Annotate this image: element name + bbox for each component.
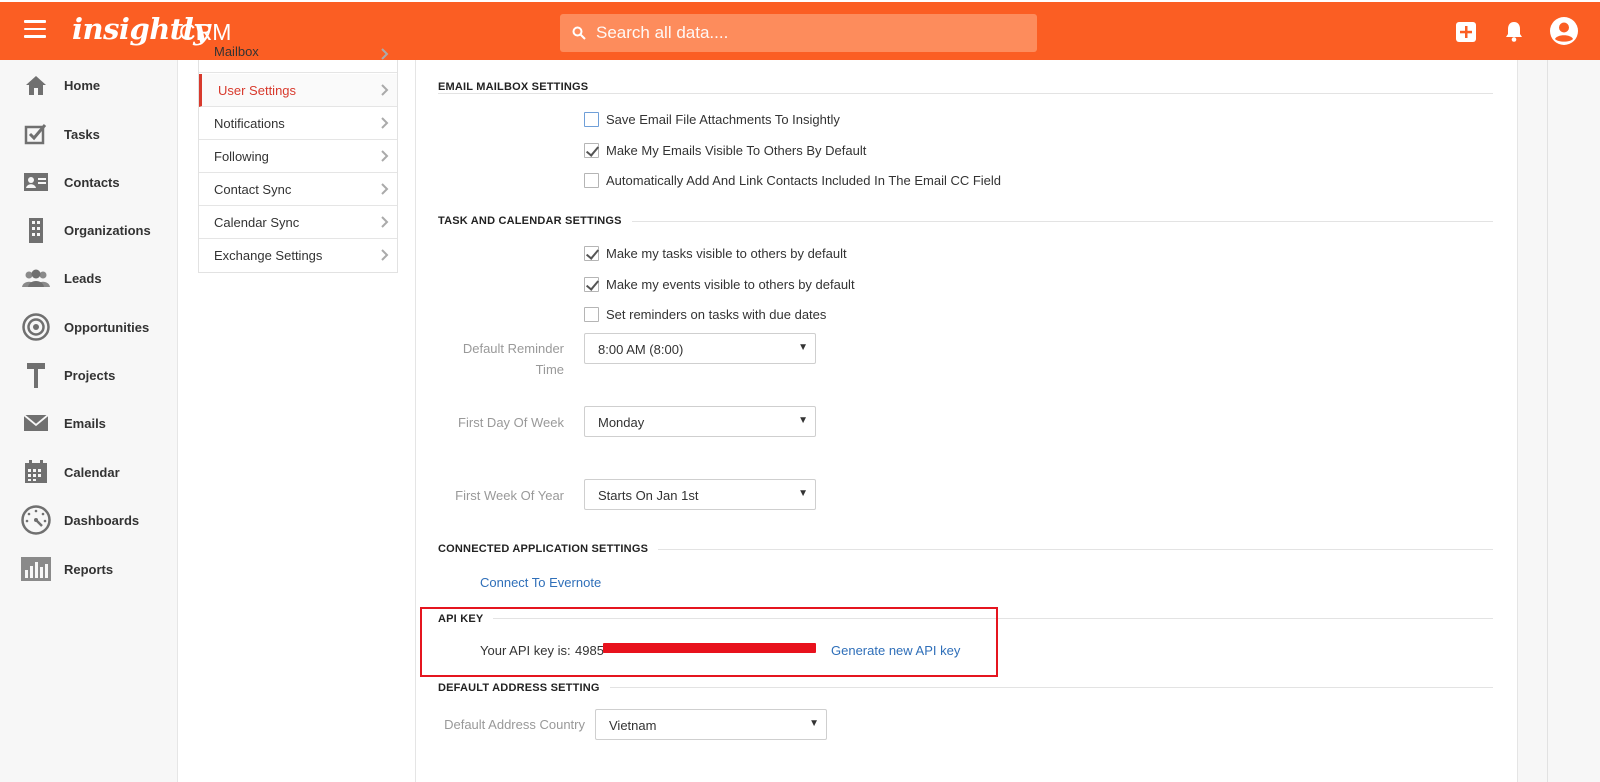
checkbox-tasks-visible[interactable]: Make my tasks visible to others by defau…	[584, 243, 847, 263]
product-name: CRM	[179, 19, 232, 45]
checkbox-events-visible[interactable]: Make my events visible to others by defa…	[584, 274, 855, 294]
checkbox[interactable]	[584, 111, 599, 127]
dropdown-caret-icon: ▼	[798, 342, 808, 353]
nav-item-tasks[interactable]: Tasks	[0, 114, 178, 154]
nav-item-opportunities[interactable]: Opportunities	[0, 307, 178, 347]
contacts-icon	[21, 167, 51, 197]
submenu-item-following[interactable]: Following	[199, 140, 397, 173]
section-title-email-mailbox: EMAIL MAILBOX SETTINGS	[438, 81, 599, 93]
first-day-label: First Day Of Week	[458, 415, 564, 430]
dashboards-icon	[21, 505, 51, 535]
dropdown-caret-icon: ▼	[798, 415, 808, 426]
emails-icon	[21, 408, 51, 438]
checkbox-checked[interactable]	[584, 276, 599, 292]
checkbox-link-cc-contacts[interactable]: Automatically Add And Link Contacts Incl…	[584, 170, 1001, 190]
search-icon	[572, 26, 586, 40]
submenu-item-exchange-settings[interactable]: Exchange Settings	[199, 239, 397, 272]
tasks-icon	[21, 119, 51, 149]
hamburger-menu-icon[interactable]	[24, 20, 46, 40]
chevron-right-icon	[381, 150, 389, 162]
checkbox-checked[interactable]	[584, 142, 599, 158]
nav-item-organizations[interactable]: Organizations	[0, 210, 178, 250]
section-divider	[438, 93, 1493, 94]
settings-submenu: Mailbox User Settings Notifications Foll…	[198, 44, 398, 273]
submenu-item-contact-sync[interactable]: Contact Sync	[199, 173, 397, 206]
submenu-item-calendar-sync[interactable]: Calendar Sync	[199, 206, 397, 239]
first-week-label: First Week Of Year	[455, 488, 564, 503]
first-week-select[interactable]: Starts On Jan 1st ▼	[584, 479, 816, 510]
nav-item-reports[interactable]: Reports	[0, 549, 178, 589]
user-avatar-icon[interactable]	[1550, 17, 1578, 45]
opportunities-icon	[21, 312, 51, 342]
organizations-icon	[21, 215, 51, 245]
section-title-connected-apps: CONNECTED APPLICATION SETTINGS	[438, 543, 659, 555]
checkbox[interactable]	[584, 306, 599, 322]
nav-item-home[interactable]: Home	[0, 65, 178, 105]
submenu-item-mailbox[interactable]: Mailbox	[199, 44, 397, 73]
chevron-right-icon	[381, 84, 389, 96]
connect-evernote-link[interactable]: Connect To Evernote	[480, 575, 601, 590]
nav-item-leads[interactable]: Leads	[0, 258, 178, 298]
chevron-right-icon	[381, 216, 389, 228]
nav-item-contacts[interactable]: Contacts	[0, 162, 178, 202]
checkbox[interactable]	[584, 172, 599, 188]
chevron-right-icon	[381, 249, 389, 261]
search-input[interactable]	[596, 23, 996, 43]
reports-icon	[21, 554, 51, 584]
calendar-icon	[21, 457, 51, 487]
checkbox-save-attachments[interactable]: Save Email File Attachments To Insightly	[584, 109, 840, 129]
default-reminder-label: Default Reminder Time	[462, 341, 564, 377]
dropdown-caret-icon: ▼	[798, 488, 808, 499]
notifications-bell-icon[interactable]	[1505, 21, 1523, 43]
nav-item-projects[interactable]: Projects	[0, 355, 178, 395]
dropdown-caret-icon: ▼	[809, 718, 819, 729]
left-navigation: Home Tasks Contacts Organizations Leads …	[0, 60, 178, 782]
nav-item-emails[interactable]: Emails	[0, 403, 178, 443]
checkbox-task-reminders[interactable]: Set reminders on tasks with due dates	[584, 304, 826, 324]
nav-item-dashboards[interactable]: Dashboards	[0, 500, 178, 540]
leads-icon	[21, 263, 51, 293]
home-icon	[21, 70, 51, 100]
global-search[interactable]	[560, 14, 1037, 52]
section-title-default-address: DEFAULT ADDRESS SETTING	[438, 682, 610, 694]
scrollbar-track[interactable]	[1547, 60, 1548, 782]
default-reminder-select[interactable]: 8:00 AM (8:00) ▼	[584, 333, 816, 364]
checkbox-emails-visible[interactable]: Make My Emails Visible To Others By Defa…	[584, 140, 866, 160]
section-title-task-calendar: TASK AND CALENDAR SETTINGS	[438, 215, 632, 227]
default-country-select[interactable]: Vietnam ▼	[595, 709, 827, 740]
nav-item-calendar[interactable]: Calendar	[0, 452, 178, 492]
checkbox-checked[interactable]	[584, 245, 599, 261]
add-new-icon[interactable]	[1456, 22, 1476, 42]
projects-icon	[21, 360, 51, 390]
right-gutter	[1518, 60, 1600, 782]
default-country-label: Default Address Country	[444, 717, 585, 732]
chevron-right-icon	[381, 117, 389, 129]
chevron-right-icon	[381, 48, 389, 60]
first-day-select[interactable]: Monday ▼	[584, 406, 816, 437]
api-key-highlight-box	[420, 607, 998, 677]
submenu-item-user-settings[interactable]: User Settings	[199, 74, 397, 107]
chevron-right-icon	[381, 183, 389, 195]
submenu-item-notifications[interactable]: Notifications	[199, 107, 397, 140]
